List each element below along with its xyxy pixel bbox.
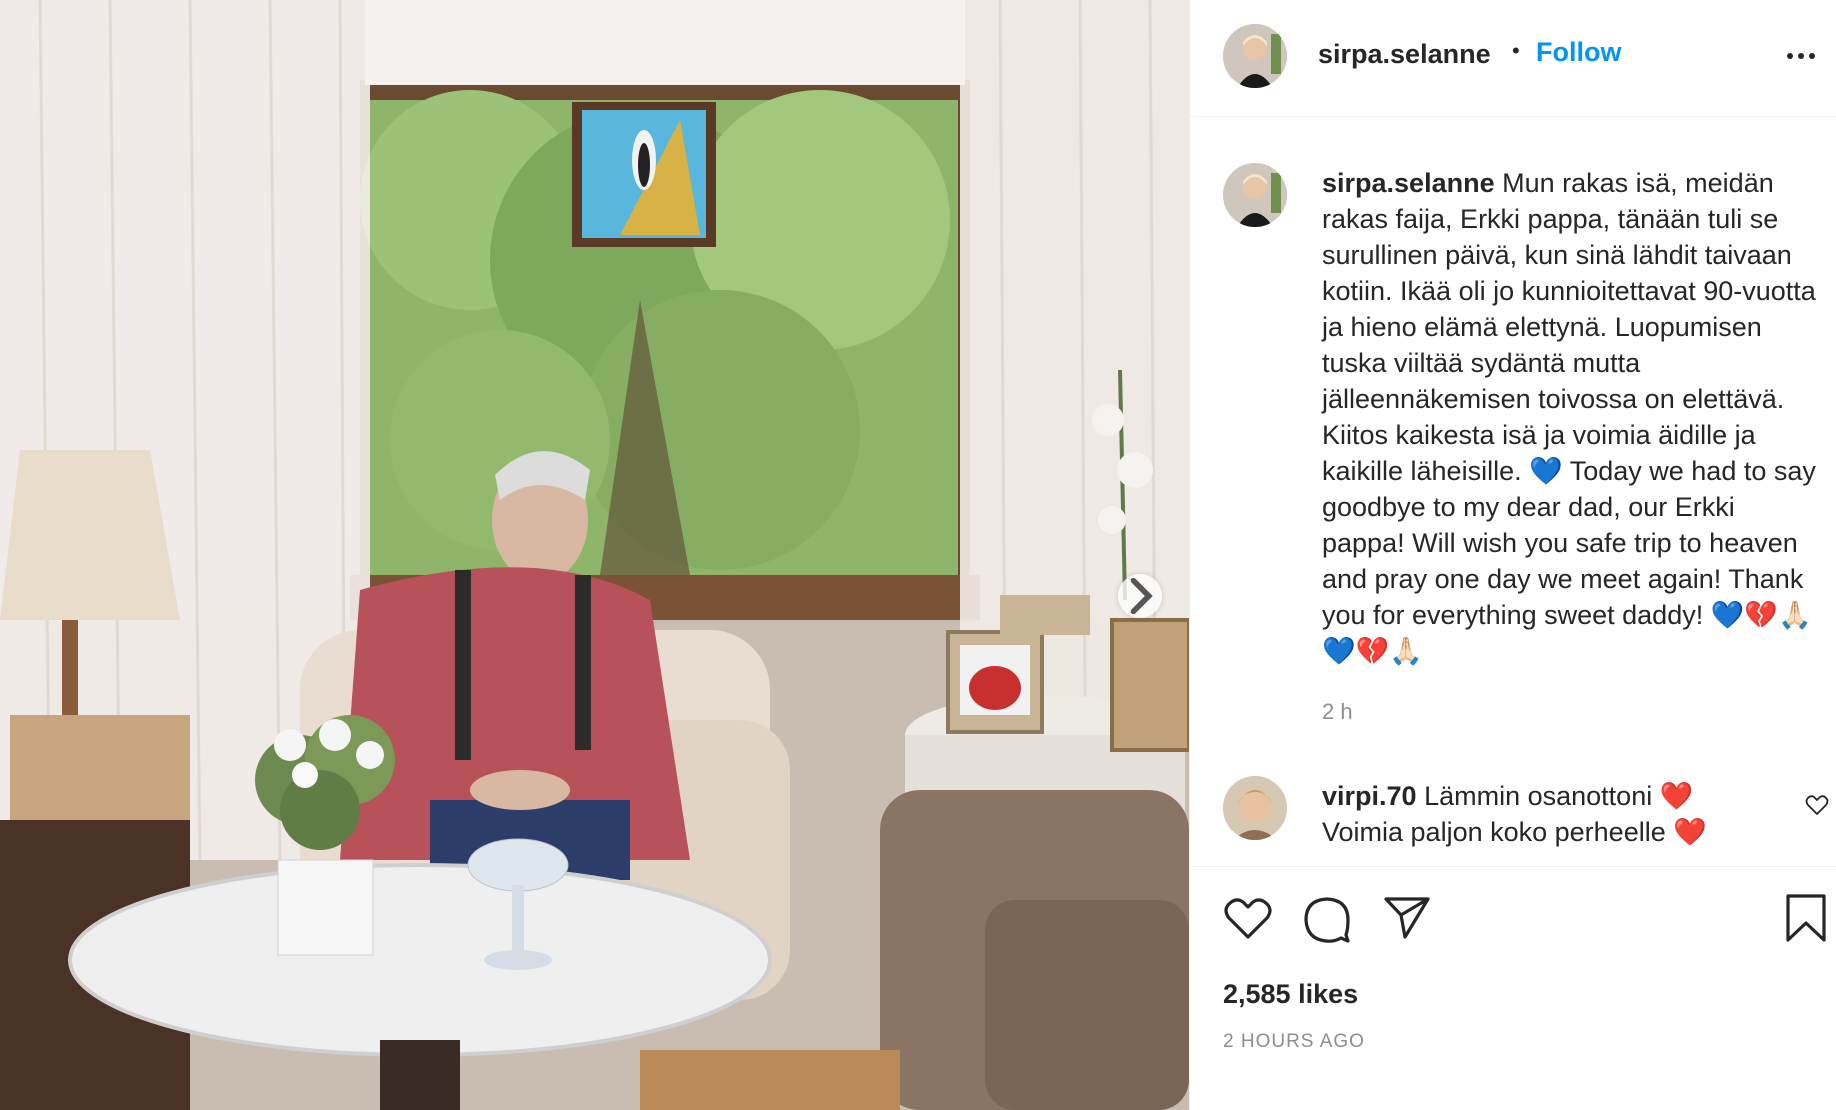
author-avatar[interactable]	[1223, 24, 1287, 88]
comment-text: virpi.70 Lämmin osanottoni ❤️ Voimia pal…	[1322, 778, 1762, 850]
more-options-icon[interactable]	[1787, 48, 1827, 64]
bookmark-icon	[1786, 894, 1826, 942]
caption-avatar[interactable]	[1223, 163, 1287, 227]
author-username[interactable]: sirpa.selanne	[1318, 39, 1491, 70]
comment-like-button[interactable]	[1805, 794, 1829, 821]
send-icon	[1384, 897, 1430, 939]
post-sidebar: sirpa.selanne • Follow sirpa.selanne Mun…	[1189, 0, 1836, 1110]
post-header: sirpa.selanne • Follow	[1190, 0, 1836, 117]
caption-text: sirpa.selanne Mun rakas isä, meidän raka…	[1322, 165, 1822, 669]
post-actions: 2,585 likes 2 HOURS AGO	[1190, 866, 1836, 1098]
carousel-next-button[interactable]	[1118, 574, 1162, 618]
heart-icon	[1224, 898, 1272, 939]
avatar-image	[1223, 163, 1287, 227]
heart-icon	[1805, 795, 1829, 815]
chevron-right-icon	[1130, 577, 1153, 615]
separator-dot: •	[1512, 38, 1520, 63]
post-photo[interactable]	[0, 0, 1189, 1110]
post-timestamp[interactable]: 2 HOURS AGO	[1223, 1031, 1365, 1053]
follow-button[interactable]: Follow	[1536, 37, 1621, 68]
photo-illustration	[0, 0, 1189, 1110]
caption-username[interactable]: sirpa.selanne	[1322, 168, 1495, 198]
commenter-username[interactable]: virpi.70	[1322, 781, 1417, 811]
likes-count[interactable]: 2,585 likes	[1223, 979, 1358, 1010]
avatar-image	[1223, 776, 1287, 840]
commenter-avatar[interactable]	[1223, 776, 1287, 840]
save-button[interactable]	[1784, 893, 1828, 948]
comment-icon	[1304, 897, 1350, 943]
caption-timestamp[interactable]: 2 h	[1322, 699, 1353, 725]
comment-button[interactable]	[1302, 895, 1352, 948]
share-button[interactable]	[1383, 895, 1431, 946]
avatar-image	[1223, 24, 1287, 88]
like-button[interactable]	[1223, 895, 1273, 946]
caption-body: Mun rakas isä, meidän rakas faija, Erkki…	[1322, 168, 1816, 666]
